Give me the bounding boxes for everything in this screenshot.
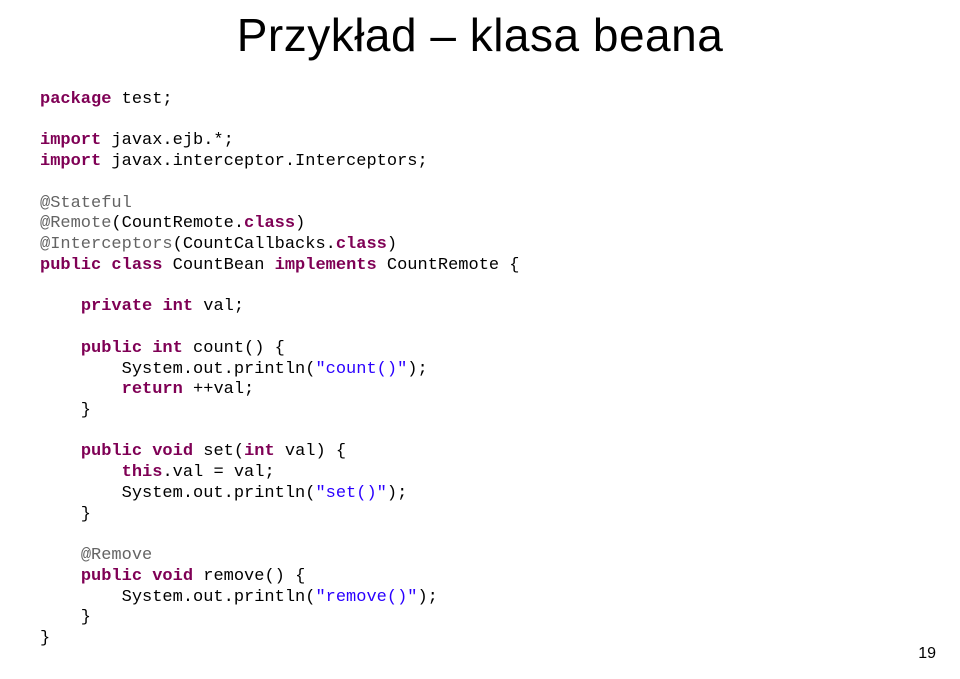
code-text — [40, 567, 81, 586]
string-literal: "remove()" — [315, 588, 417, 607]
code-text — [142, 339, 152, 358]
code-text — [40, 339, 81, 358]
code-text: set( — [193, 442, 244, 461]
code-text: ) — [387, 235, 397, 254]
slide-title: Przykład – klasa beana — [0, 8, 960, 62]
kw-int: int — [152, 339, 183, 358]
kw-public: public — [81, 339, 142, 358]
annotation-remote: @Remote — [40, 214, 111, 233]
kw-package: package — [40, 90, 111, 109]
kw-import: import — [40, 131, 101, 150]
code-text: } — [40, 608, 91, 627]
code-text: test; — [111, 90, 172, 109]
code-text: } — [40, 629, 50, 648]
kw-void: void — [152, 567, 193, 586]
code-text: val; — [193, 297, 244, 316]
code-text: javax.interceptor.Interceptors; — [101, 152, 427, 171]
code-text — [152, 297, 162, 316]
kw-public: public — [81, 567, 142, 586]
code-text: ) — [295, 214, 305, 233]
kw-public: public — [40, 256, 101, 275]
code-text: javax.ejb.*; — [101, 131, 234, 150]
annotation-stateful: @Stateful — [40, 194, 132, 213]
kw-this: this — [122, 463, 163, 482]
code-text: } — [40, 505, 91, 524]
code-text — [40, 442, 81, 461]
page-number: 19 — [918, 645, 936, 663]
code-text — [142, 442, 152, 461]
kw-return: return — [122, 380, 183, 399]
kw-void: void — [152, 442, 193, 461]
code-text: val) { — [275, 442, 346, 461]
code-text: CountRemote { — [377, 256, 520, 275]
kw-class: class — [244, 214, 295, 233]
code-text: System.out.println( — [40, 360, 315, 379]
code-text: System.out.println( — [40, 588, 315, 607]
code-text: CountBean — [162, 256, 274, 275]
code-text — [40, 297, 81, 316]
string-literal: "count()" — [315, 360, 407, 379]
code-text — [142, 567, 152, 586]
kw-import: import — [40, 152, 101, 171]
kw-implements: implements — [275, 256, 377, 275]
annotation-interceptors: @Interceptors — [40, 235, 173, 254]
code-text — [40, 463, 122, 482]
code-text: ); — [417, 588, 437, 607]
code-text: remove() { — [193, 567, 305, 586]
slide: Przykład – klasa beana package test; imp… — [0, 0, 960, 679]
kw-int: int — [244, 442, 275, 461]
code-text: ++val; — [183, 380, 254, 399]
code-text — [101, 256, 111, 275]
code-text: ); — [407, 360, 427, 379]
annotation-remove: @Remove — [81, 546, 152, 565]
code-text — [40, 546, 81, 565]
code-text: (CountRemote. — [111, 214, 244, 233]
code-text: .val = val; — [162, 463, 274, 482]
code-block: package test; import javax.ejb.*; import… — [40, 90, 520, 650]
kw-private: private — [81, 297, 152, 316]
code-text: System.out.println( — [40, 484, 315, 503]
code-text: (CountCallbacks. — [173, 235, 336, 254]
code-text: ); — [387, 484, 407, 503]
kw-int: int — [162, 297, 193, 316]
code-text: count() { — [183, 339, 285, 358]
kw-class: class — [111, 256, 162, 275]
string-literal: "set()" — [315, 484, 386, 503]
kw-public: public — [81, 442, 142, 461]
kw-class: class — [336, 235, 387, 254]
code-text — [40, 380, 122, 399]
code-text: } — [40, 401, 91, 420]
